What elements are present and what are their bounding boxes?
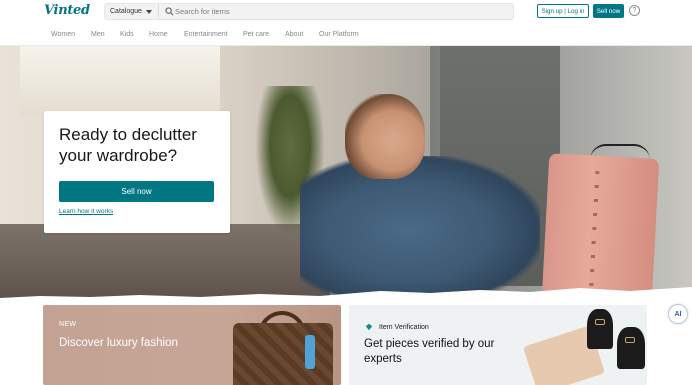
shoe-image-right — [617, 327, 645, 369]
bag-tag-image — [305, 335, 315, 369]
luxury-fashion-card[interactable]: NEW Discover luxury fashion — [43, 305, 341, 385]
search-bar: Catalogue — [104, 3, 514, 20]
nav-item-entertainment[interactable]: Entertainment — [184, 31, 228, 38]
hero-person-head — [345, 94, 425, 179]
top-header: Vinted Catalogue Sign up | Log in Sell n… — [0, 0, 692, 24]
verification-tag-label: Item Verification — [379, 323, 429, 331]
nav-item-home[interactable]: Home — [149, 31, 168, 38]
shoe-buckle-right — [625, 337, 635, 343]
nav-item-pet-care[interactable]: Pet care — [243, 31, 269, 38]
search-input[interactable] — [175, 5, 505, 18]
chevron-down-icon — [145, 9, 152, 14]
nav-item-our-platform[interactable]: Our Platform — [319, 31, 359, 38]
ai-assistant-button[interactable]: AI — [668, 304, 688, 324]
nav-item-women[interactable]: Women — [51, 31, 75, 38]
help-icon[interactable]: ? — [629, 5, 640, 16]
luxury-bag-image — [233, 323, 333, 385]
nav-item-kids[interactable]: Kids — [120, 31, 134, 38]
item-verification-card[interactable]: Item Verification Get pieces verified by… — [349, 305, 647, 385]
sell-now-header-button[interactable]: Sell now — [593, 4, 624, 18]
luxury-card-title: Discover luxury fashion — [59, 337, 178, 349]
new-badge: NEW — [59, 321, 77, 328]
diamond-icon — [365, 323, 373, 331]
nav-item-about[interactable]: About — [285, 31, 303, 38]
shoe-image-left — [587, 309, 613, 349]
hero-sell-now-button[interactable]: Sell now — [59, 181, 214, 202]
hero-title: Ready to declutter your wardrobe? — [59, 125, 197, 165]
category-nav: Women Men Kids Home Entertainment Pet ca… — [0, 24, 692, 46]
hero-skirt — [540, 153, 660, 298]
catalogue-label: Catalogue — [110, 8, 142, 15]
catalogue-dropdown[interactable]: Catalogue — [105, 4, 159, 19]
hero-background-window — [20, 46, 220, 116]
learn-how-it-works-link[interactable]: Learn how it works — [59, 208, 113, 215]
signup-login-button[interactable]: Sign up | Log in — [537, 4, 589, 18]
hero-card: Ready to declutter your wardrobe? Sell n… — [44, 111, 230, 233]
hero-torn-edge — [0, 287, 692, 298]
nav-item-men[interactable]: Men — [91, 31, 105, 38]
shoe-buckle-left — [595, 319, 605, 325]
vinted-logo[interactable]: Vinted — [44, 3, 90, 18]
verification-tag: Item Verification — [365, 323, 429, 331]
search-icon — [165, 7, 174, 16]
verification-card-title: Get pieces verified by our experts — [364, 338, 495, 365]
hero-person-jacket — [300, 156, 540, 298]
